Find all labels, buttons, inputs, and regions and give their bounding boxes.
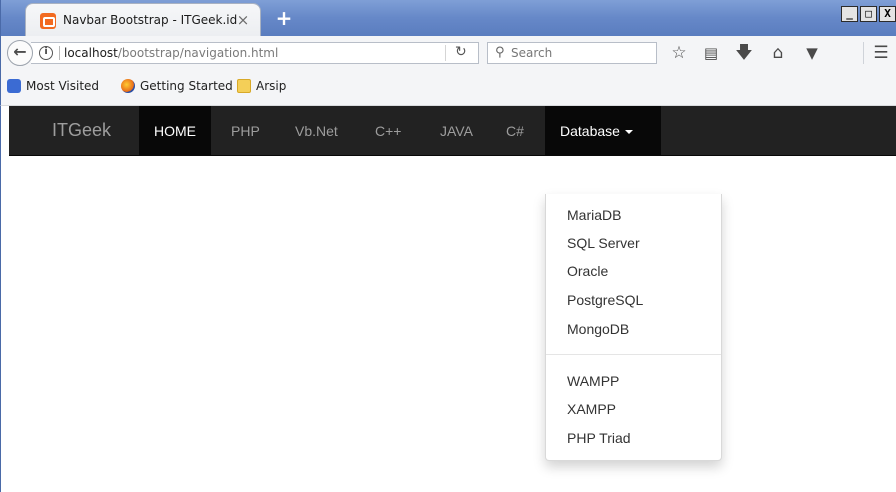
firefox-icon [121, 79, 135, 93]
url-divider [445, 45, 446, 61]
dropdown-item-mongodb[interactable]: MongoDB [546, 316, 721, 342]
dropdown-item-xampp[interactable]: XAMPP [546, 396, 721, 422]
nav-item-csharp[interactable]: C# [491, 106, 539, 156]
url-text[interactable]: localhost/bootstrap/navigation.html [64, 46, 278, 60]
new-tab-button[interactable]: + [274, 8, 294, 28]
bookmark-label: Getting Started [140, 79, 233, 93]
tab-title: Navbar Bootstrap - ITGeek.id [63, 13, 238, 27]
dropdown-item-wampp[interactable]: WAMPP [546, 368, 721, 394]
search-icon: ⚲ [495, 45, 505, 60]
folder-icon [237, 79, 251, 93]
close-window-button[interactable]: X [879, 6, 896, 22]
dropdown-divider [546, 354, 721, 355]
bookmarks-toolbar: Most Visited Getting Started Arsip [0, 70, 896, 106]
browser-tab[interactable]: Navbar Bootstrap - ITGeek.id × [25, 3, 261, 36]
menu-icon[interactable]: ☰ [871, 44, 891, 62]
minimize-button[interactable]: _ [841, 6, 858, 22]
window-titlebar: Navbar Bootstrap - ITGeek.id × + _ □ X [0, 0, 896, 36]
download-icon[interactable]: 🡇 [734, 44, 754, 62]
most-visited-icon [7, 79, 21, 93]
tab-close-icon[interactable]: × [234, 11, 252, 29]
dropdown-item-postgresql[interactable]: PostgreSQL [546, 287, 721, 313]
database-label: Database [560, 123, 620, 139]
site-favicon-icon [40, 13, 56, 29]
database-dropdown-menu: MariaDB SQL Server Oracle PostgreSQL Mon… [545, 194, 722, 461]
dropdown-item-mariadb[interactable]: MariaDB [546, 202, 721, 228]
bookmark-star-icon[interactable]: ☆ [669, 44, 689, 62]
reading-list-icon[interactable]: ▤ [701, 44, 721, 62]
bookmark-getting-started[interactable]: Getting Started [121, 79, 233, 93]
pocket-icon[interactable]: ▼ [802, 44, 822, 62]
dropdown-item-oracle[interactable]: Oracle [546, 258, 721, 284]
nav-item-php[interactable]: PHP [216, 106, 275, 156]
nav-item-java[interactable]: JAVA [425, 106, 488, 156]
search-placeholder: Search [511, 46, 553, 60]
reload-icon[interactable]: ↻ [455, 44, 467, 60]
bookmark-arsip[interactable]: Arsip [237, 79, 286, 93]
dropdown-item-sql-server[interactable]: SQL Server [546, 230, 721, 256]
nav-item-database[interactable]: Database [545, 106, 661, 156]
browser-toolbar: i localhost/bootstrap/navigation.html ↻ … [0, 36, 896, 70]
address-bar[interactable]: i localhost/bootstrap/navigation.html ↻ [31, 42, 479, 64]
page-content [9, 156, 896, 492]
bookmark-label: Arsip [256, 79, 287, 93]
back-button[interactable]: ← [7, 40, 33, 66]
maximize-button[interactable]: □ [860, 6, 877, 22]
search-input[interactable]: ⚲ Search [487, 42, 657, 64]
site-brand[interactable]: ITGeek [52, 120, 111, 141]
caret-down-icon [624, 130, 633, 135]
dropdown-item-php-triad[interactable]: PHP Triad [546, 425, 721, 451]
site-info-icon[interactable]: i [39, 46, 53, 60]
window-controls: _ □ X [841, 6, 896, 22]
nav-item-cpp[interactable]: C++ [360, 106, 416, 156]
window-left-border [0, 106, 9, 492]
bookmark-label: Most Visited [26, 79, 100, 93]
site-navbar: ITGeek HOME PHP Vb.Net C++ JAVA C# Datab… [9, 106, 896, 156]
nav-item-home[interactable]: HOME [139, 106, 211, 156]
toolbar-divider [863, 42, 864, 64]
home-icon[interactable]: ⌂ [768, 44, 788, 62]
nav-item-vbnet[interactable]: Vb.Net [280, 106, 353, 156]
url-host: localhost [64, 46, 118, 60]
bookmark-most-visited[interactable]: Most Visited [7, 79, 99, 93]
url-path: /bootstrap/navigation.html [117, 46, 279, 60]
url-separator [59, 46, 60, 60]
